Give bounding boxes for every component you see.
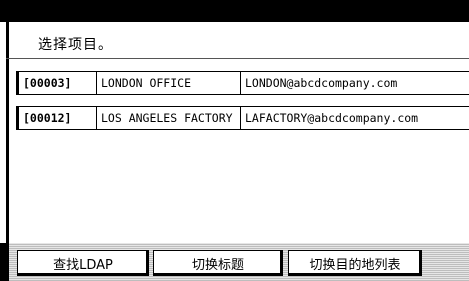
search-ldap-button[interactable]: 查找LDAP — [17, 250, 149, 276]
list-item[interactable]: [00003] LONDON OFFICE LONDON@abcdcompany… — [16, 71, 469, 95]
list-item[interactable]: [00012] LOS ANGELES FACTORY LAFACTORY@ab… — [16, 106, 469, 130]
address-select-screen: 选择项目。 [00003] LONDON OFFICE LONDON@abcdc… — [0, 0, 469, 281]
prompt-text: 选择项目。 — [38, 37, 113, 53]
entry-email: LAFACTORY@abcdcompany.com — [245, 111, 419, 125]
row-marker — [16, 71, 19, 95]
top-bar — [0, 0, 469, 22]
entry-id: [00003] — [19, 72, 97, 94]
entry-name: LONDON OFFICE — [97, 72, 241, 94]
switch-destination-list-button[interactable]: 切换目的地列表 — [288, 250, 422, 276]
entry-id: [00012] — [19, 107, 97, 129]
entry-name: LOS ANGELES FACTORY — [97, 107, 241, 129]
switch-title-button[interactable]: 切换标题 — [153, 250, 283, 276]
entry-email: LONDON@abcdcompany.com — [245, 76, 398, 90]
row-marker — [16, 106, 19, 130]
